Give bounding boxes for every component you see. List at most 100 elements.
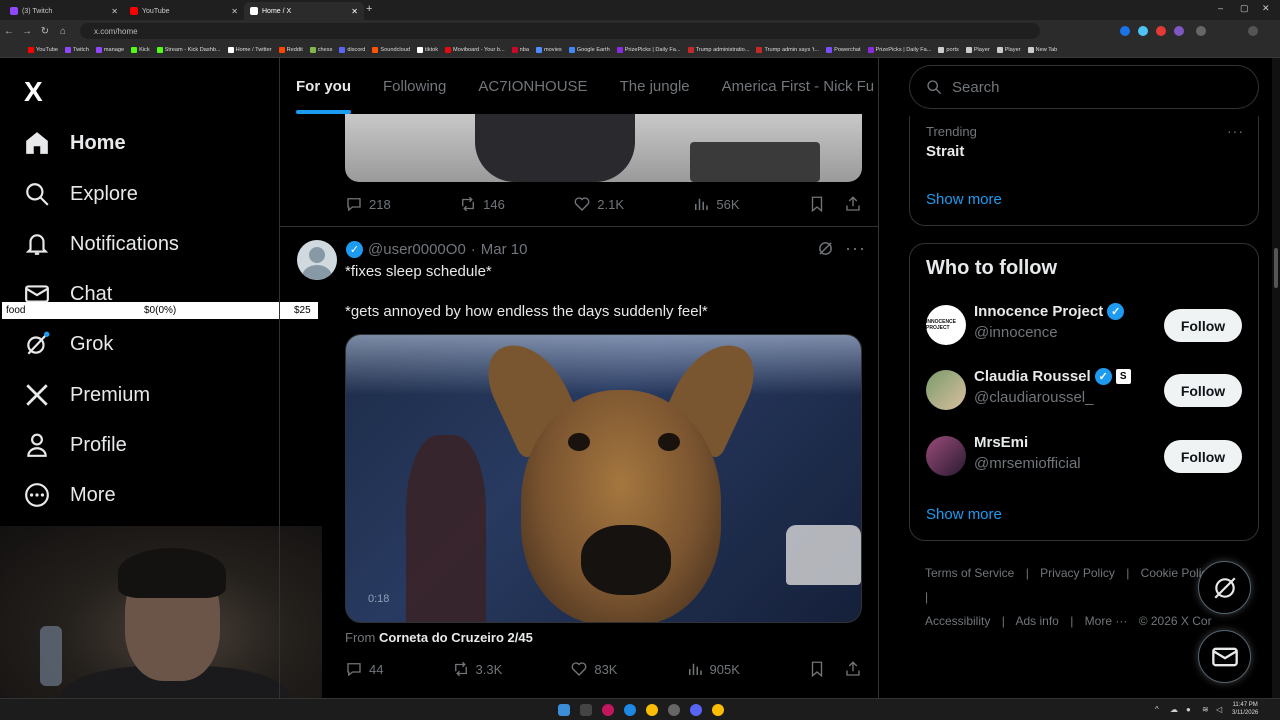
taskbar-search-icon[interactable] bbox=[580, 704, 592, 716]
browser-tab-youtube[interactable]: YouTube ✕ bbox=[124, 2, 244, 20]
browser-tab-x[interactable]: Home / X ✕ bbox=[244, 2, 364, 20]
extension-icon[interactable] bbox=[1120, 26, 1130, 36]
grok-fab-button[interactable] bbox=[1198, 561, 1251, 614]
close-tab-icon[interactable]: ✕ bbox=[111, 7, 118, 16]
search-input[interactable]: Search bbox=[909, 65, 1259, 109]
share-icon[interactable] bbox=[844, 195, 862, 213]
bookmark-item[interactable]: tiktok bbox=[416, 46, 438, 53]
home-browser-icon[interactable]: ⌂ bbox=[54, 26, 72, 37]
browser-tab-twitch[interactable]: (3) Twitch ✕ bbox=[4, 2, 124, 20]
tray-mic-icon[interactable]: ● bbox=[1186, 705, 1191, 714]
close-tab-icon[interactable]: ✕ bbox=[351, 7, 358, 16]
bookmark-item[interactable]: Soundcloud bbox=[372, 46, 410, 53]
url-field[interactable]: x.com/home bbox=[80, 23, 1040, 39]
settings-icon[interactable] bbox=[668, 704, 680, 716]
tab-for-you[interactable]: For you bbox=[296, 78, 351, 114]
bookmark-item[interactable]: Trump admin says 't... bbox=[756, 46, 819, 53]
tweet-video[interactable]: 0:18 bbox=[345, 334, 862, 623]
reply-button[interactable]: 218 bbox=[345, 195, 391, 213]
footer-link-ads-info[interactable]: Ads info bbox=[1016, 614, 1059, 628]
follow-suggestion[interactable]: INNOCENCE PROJECT Innocence Project ✓ @in… bbox=[926, 300, 1246, 350]
trend-more-icon[interactable]: ··· bbox=[1227, 123, 1244, 139]
footer-link-more[interactable]: More ··· bbox=[1085, 614, 1128, 628]
taskbar-clock[interactable]: 11:47 PM 3/11/2026 bbox=[1232, 701, 1258, 717]
bookmark-item[interactable]: Home / Twitter bbox=[227, 46, 272, 53]
profile-avatar-icon[interactable] bbox=[1248, 26, 1258, 36]
new-tab-button[interactable]: + bbox=[366, 3, 372, 15]
tab-the-jungle[interactable]: The jungle bbox=[620, 78, 690, 95]
avatar[interactable]: INNOCENCE PROJECT bbox=[926, 305, 966, 345]
extension-icon[interactable] bbox=[1138, 26, 1148, 36]
bookmark-item[interactable]: ports bbox=[938, 46, 959, 53]
bookmark-item[interactable]: Trump administratio... bbox=[687, 46, 749, 53]
reply-button[interactable]: 44 bbox=[345, 660, 383, 678]
extensions-puzzle-icon[interactable] bbox=[1196, 26, 1206, 36]
chrome-icon[interactable] bbox=[712, 704, 724, 716]
footer-link-terms[interactable]: Terms of Service bbox=[925, 566, 1014, 580]
bookmark-item[interactable]: Google Earth bbox=[568, 46, 610, 53]
bookmark-item[interactable]: Kick bbox=[131, 46, 150, 53]
bookmark-item[interactable]: Stream - Kick Dashb... bbox=[156, 46, 221, 53]
tray-volume-icon[interactable]: ◁ bbox=[1216, 705, 1222, 714]
nav-profile[interactable]: Profile bbox=[24, 430, 127, 460]
nav-premium[interactable]: Premium bbox=[24, 380, 150, 410]
nav-more[interactable]: More bbox=[24, 480, 116, 510]
trend-name[interactable]: Strait bbox=[926, 143, 964, 160]
avatar[interactable] bbox=[926, 436, 966, 476]
repost-button[interactable]: 146 bbox=[459, 195, 505, 213]
like-button[interactable]: 2.1K bbox=[573, 195, 624, 213]
maximize-button[interactable]: ▢ bbox=[1240, 3, 1249, 14]
bookmark-item[interactable]: PrizePicks | Daily Fa... bbox=[616, 46, 681, 53]
tray-chevron-icon[interactable]: ^ bbox=[1155, 705, 1159, 714]
taskbar-app-icon[interactable] bbox=[602, 704, 614, 716]
nav-notifications[interactable]: Notifications bbox=[24, 229, 179, 259]
forward-arrow-icon[interactable]: → bbox=[18, 26, 36, 37]
bookmark-item[interactable]: manage bbox=[95, 46, 124, 53]
previous-post-media[interactable] bbox=[345, 114, 862, 182]
windows-start-icon[interactable] bbox=[558, 704, 570, 716]
grok-explain-icon[interactable] bbox=[817, 240, 834, 262]
scrollbar-thumb[interactable] bbox=[1274, 248, 1278, 288]
tab-america-first[interactable]: America First - Nick Fu bbox=[722, 78, 875, 95]
follow-show-more-link[interactable]: Show more bbox=[926, 506, 1002, 523]
bookmark-item[interactable]: nba bbox=[511, 46, 529, 53]
avatar[interactable] bbox=[297, 240, 337, 280]
views-button[interactable]: 56K bbox=[692, 195, 740, 213]
follow-button[interactable]: Follow bbox=[1164, 440, 1242, 473]
from-source-link[interactable]: Corneta do Cruzeiro 2/45 bbox=[379, 630, 533, 645]
tray-cloud-icon[interactable]: ☁ bbox=[1170, 705, 1178, 714]
extension-icon[interactable] bbox=[1156, 26, 1166, 36]
bookmark-item[interactable]: PrizePicks | Daily Fa... bbox=[867, 46, 931, 53]
back-arrow-icon[interactable]: ← bbox=[0, 26, 18, 37]
follow-button[interactable]: Follow bbox=[1164, 309, 1242, 342]
like-button[interactable]: 83K bbox=[570, 660, 617, 678]
share-icon[interactable] bbox=[844, 660, 862, 678]
tab-ac7ionhouse[interactable]: AC7IONHOUSE bbox=[478, 78, 587, 95]
bookmark-item[interactable]: New Tab bbox=[1027, 46, 1057, 53]
minimize-button[interactable]: – bbox=[1218, 3, 1223, 13]
views-button[interactable]: 905K bbox=[686, 660, 740, 678]
x-logo[interactable]: X bbox=[24, 76, 43, 108]
follow-button[interactable]: Follow bbox=[1164, 374, 1242, 407]
tweet-date[interactable]: Mar 10 bbox=[481, 241, 528, 258]
bookmark-item[interactable]: movies bbox=[536, 46, 562, 53]
follow-suggestion[interactable]: Claudia Roussel ✓ S @claudiaroussel_ Follo… bbox=[926, 365, 1246, 415]
bookmark-item[interactable]: Player bbox=[965, 46, 990, 53]
messages-fab-button[interactable] bbox=[1198, 630, 1251, 683]
repost-button[interactable]: 3.3K bbox=[452, 660, 502, 678]
footer-link-accessibility[interactable]: Accessibility bbox=[925, 614, 990, 628]
edge-icon[interactable] bbox=[624, 704, 636, 716]
bookmark-item[interactable]: discord bbox=[339, 46, 365, 53]
bookmark-item[interactable]: Powerchat bbox=[826, 46, 861, 53]
discord-icon[interactable] bbox=[690, 704, 702, 716]
bookmark-item[interactable]: Moviboard - Your b... bbox=[445, 46, 505, 53]
follow-suggestion[interactable]: MrsEmi @mrsemiofficial Follow bbox=[926, 431, 1246, 481]
bookmark-icon[interactable] bbox=[808, 660, 826, 678]
nav-grok[interactable]: Grok bbox=[24, 329, 113, 359]
close-window-button[interactable]: ✕ bbox=[1262, 3, 1270, 14]
tweet-handle[interactable]: @user0000O0 bbox=[368, 241, 466, 258]
bookmark-item[interactable]: YouTube bbox=[28, 46, 58, 53]
tab-following[interactable]: Following bbox=[383, 78, 446, 95]
bookmark-item[interactable]: Player bbox=[996, 46, 1021, 53]
trending-show-more-link[interactable]: Show more bbox=[926, 191, 1002, 208]
